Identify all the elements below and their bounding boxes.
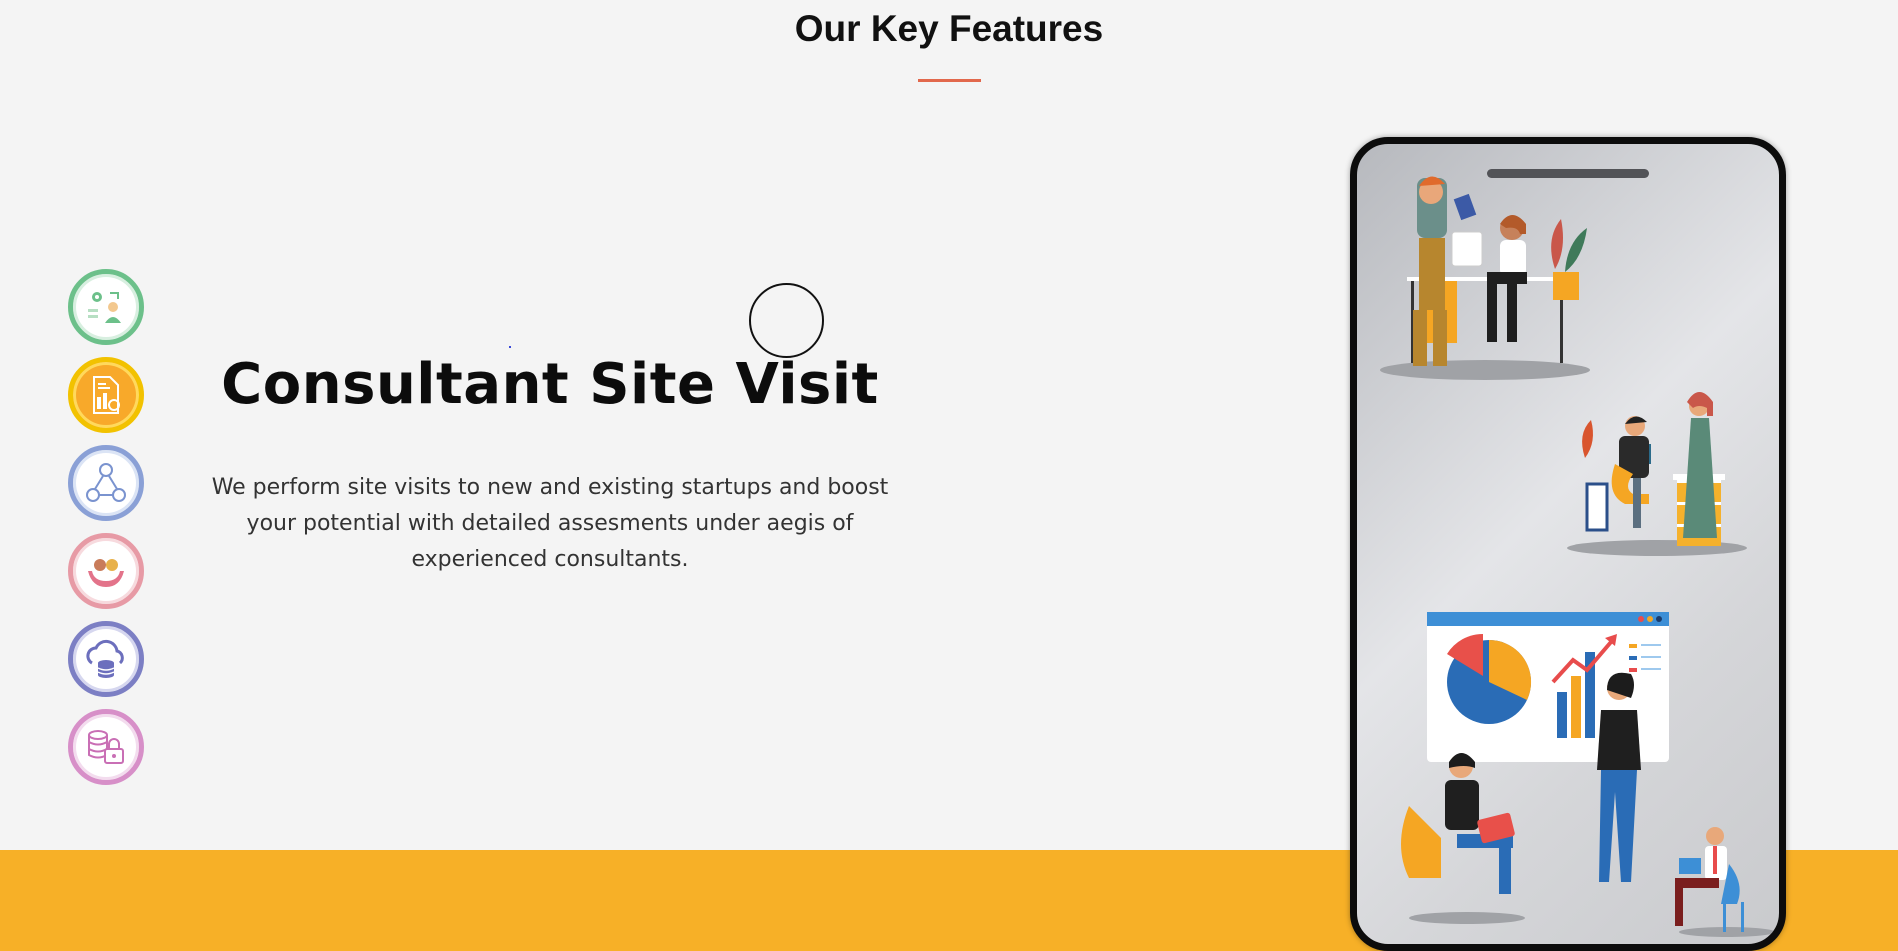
database-lock-icon — [88, 730, 124, 764]
business-illustration — [1380, 176, 1775, 937]
title-underline — [918, 79, 981, 82]
network-users-icon — [86, 463, 126, 502]
cloud-database-icon — [86, 639, 124, 678]
feature-icon-button-2[interactable] — [68, 357, 144, 433]
feature-icon-button-6[interactable] — [68, 709, 144, 785]
document-report-icon — [93, 376, 120, 414]
cursor-dot — [509, 346, 511, 348]
section-title: Our Key Features — [794, 8, 1104, 49]
cursor-ring — [749, 283, 824, 358]
feature-icon-button-1[interactable] — [68, 269, 144, 345]
feature-description: We perform site visits to new and existi… — [211, 475, 889, 572]
feature-icon-button-4[interactable] — [68, 533, 144, 609]
phone-mockup — [1350, 137, 1786, 951]
feature-icon-button-3[interactable] — [68, 445, 144, 521]
consultant-growth-icon — [88, 292, 121, 323]
helping-hands-icon — [88, 559, 124, 587]
feature-heading: Consultant Site Visit — [221, 352, 879, 417]
feature-icon-button-5[interactable] — [68, 621, 144, 697]
